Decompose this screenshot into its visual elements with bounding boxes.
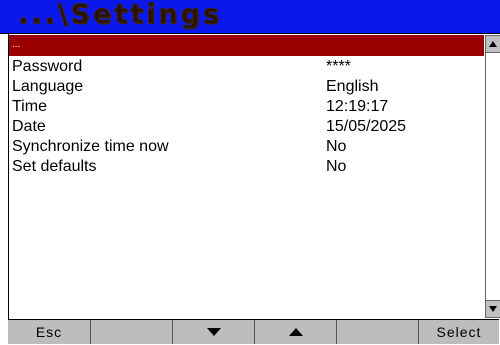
list-item-date[interactable]: Date 15/05/2025: [9, 117, 484, 137]
scroll-down-button[interactable]: [486, 300, 500, 318]
list-item-value: 15/05/2025: [326, 118, 407, 135]
list-item-value: English: [326, 78, 379, 95]
list-item-label: Time: [12, 98, 47, 115]
list-item-set-defaults[interactable]: Set defaults No: [9, 157, 484, 177]
list-item-language[interactable]: Language English: [9, 77, 484, 97]
arrow-up-icon: [288, 328, 303, 336]
list-item-synchronize-time[interactable]: Synchronize time now No: [9, 137, 484, 157]
arrow-down-icon: [206, 328, 221, 336]
list-item-label: Set defaults: [12, 158, 97, 175]
move-up-button[interactable]: [254, 320, 336, 344]
select-button-label: Select: [436, 324, 482, 340]
esc-button[interactable]: Esc: [8, 320, 90, 344]
settings-list: ... Password **** Language English Time …: [9, 35, 484, 318]
title-bar: ...\Settings: [0, 0, 500, 34]
scrollbar[interactable]: [485, 35, 500, 318]
list-item-label: Date: [12, 118, 46, 135]
softkey-2-button[interactable]: [90, 320, 172, 344]
list-item-password[interactable]: Password ****: [9, 57, 484, 77]
list-item-label: Synchronize time now: [12, 138, 169, 155]
list-item-value: No: [326, 158, 347, 175]
list-item-label: Language: [12, 78, 84, 95]
list-item-time[interactable]: Time 12:19:17: [9, 97, 484, 117]
list-item-value: ****: [326, 58, 351, 75]
softkey-bar: Esc Select: [8, 319, 499, 345]
scroll-up-button[interactable]: [486, 35, 500, 53]
select-button[interactable]: Select: [418, 320, 499, 344]
list-item-value: No: [326, 138, 347, 155]
page-title: ...\Settings: [18, 0, 223, 30]
scroll-down-icon: [489, 306, 497, 312]
scroll-up-icon: [489, 41, 497, 47]
list-item-label: Password: [12, 58, 83, 75]
move-down-button[interactable]: [172, 320, 254, 344]
list-item-value: 12:19:17: [326, 98, 389, 115]
list-item-label: ...: [12, 39, 21, 50]
esc-button-label: Esc: [35, 324, 63, 340]
list-item-parent[interactable]: ...: [9, 35, 484, 56]
softkey-5-button[interactable]: [336, 320, 418, 344]
